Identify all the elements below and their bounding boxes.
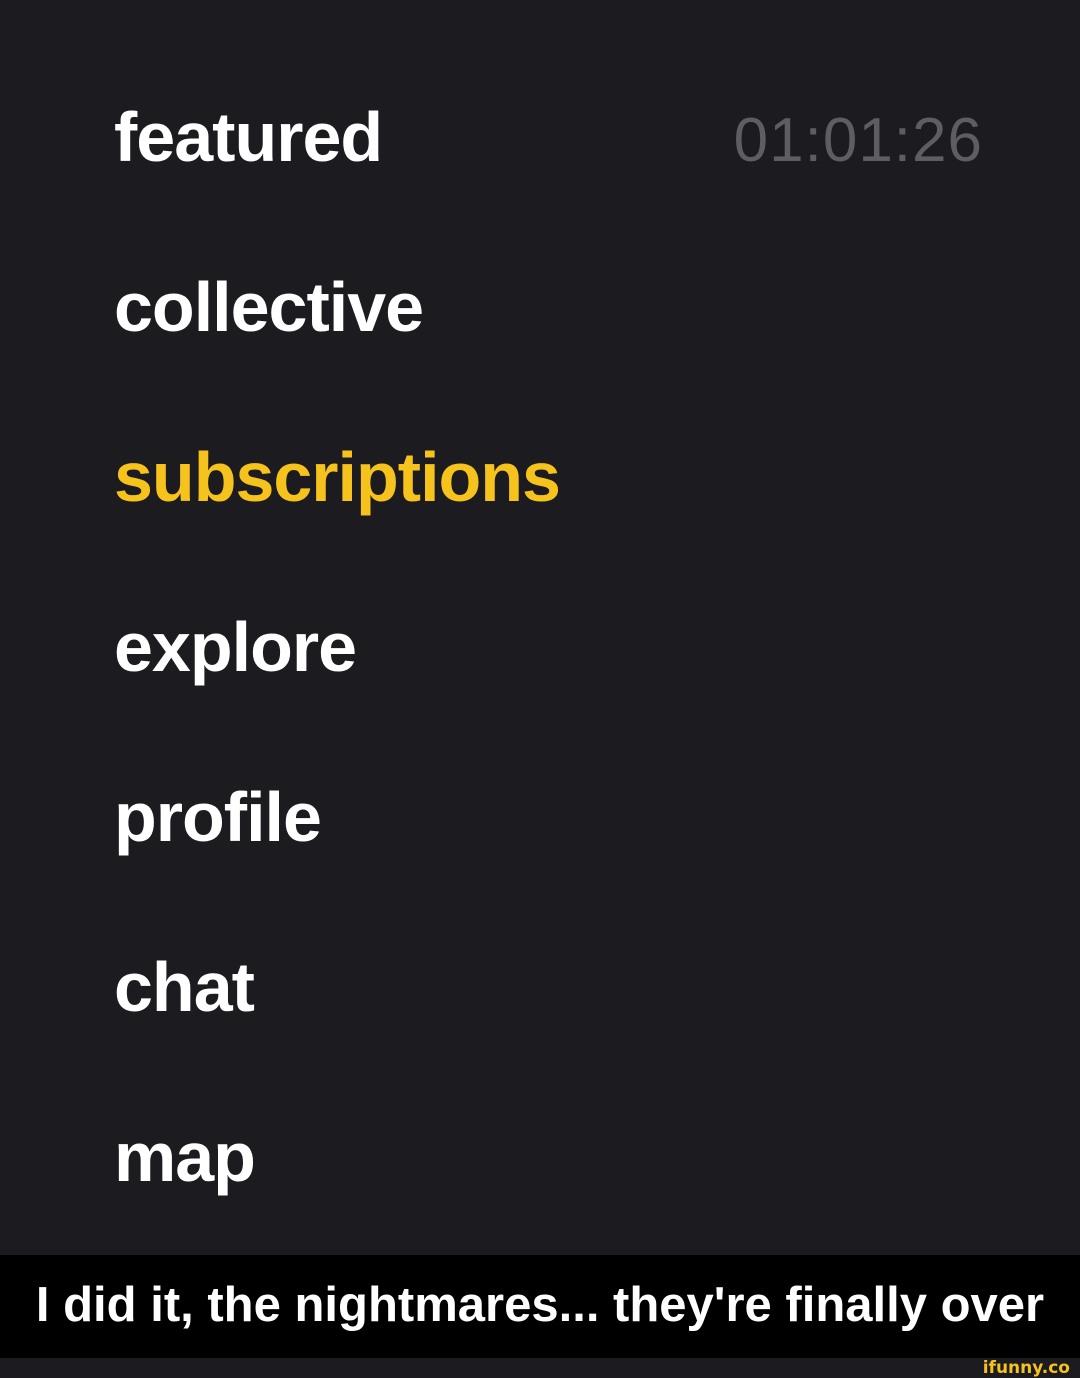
meme-caption: I did it, the nightmares... they're fina… xyxy=(35,1278,1045,1332)
app-screen: featured collective subscriptions explor… xyxy=(0,0,1080,1255)
menu-item-map[interactable]: map xyxy=(114,1122,256,1192)
menu-item-collective[interactable]: collective xyxy=(114,272,424,342)
menu-item-profile[interactable]: profile xyxy=(114,782,322,852)
menu-item-subscriptions[interactable]: subscriptions xyxy=(114,442,561,512)
watermark-bar xyxy=(0,1358,1080,1378)
menu-item-explore[interactable]: explore xyxy=(114,612,357,682)
watermark-logo: ifunny.co xyxy=(982,1358,1070,1378)
menu-item-featured[interactable]: featured xyxy=(114,102,383,172)
menu-item-chat[interactable]: chat xyxy=(114,952,255,1022)
countdown-timer: 01:01:26 xyxy=(733,106,983,175)
